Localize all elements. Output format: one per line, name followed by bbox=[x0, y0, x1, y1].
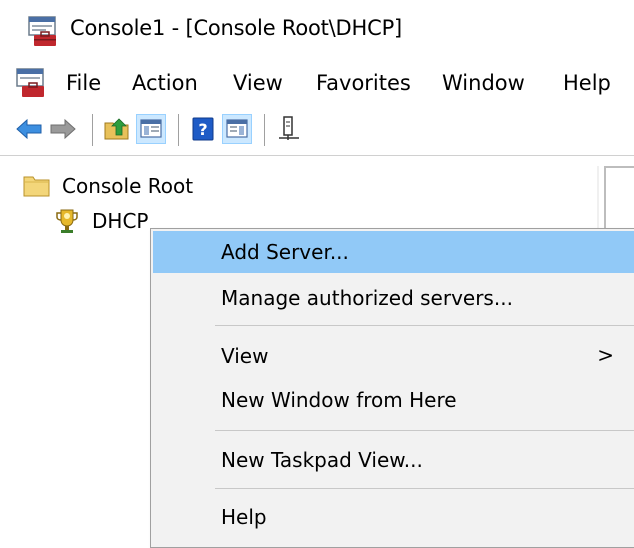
menu-item-view[interactable]: View > bbox=[153, 335, 634, 377]
toolbar-separator bbox=[264, 114, 265, 146]
menu-bar: File Action View Favorites Window Help bbox=[0, 62, 634, 104]
menu-item-help[interactable]: Help bbox=[153, 496, 634, 538]
up-folder-icon[interactable] bbox=[102, 114, 132, 144]
toolbar-separator bbox=[178, 114, 179, 146]
menu-item-label: View bbox=[221, 344, 269, 368]
window-title: Console1 - [Console Root\DHCP] bbox=[70, 16, 403, 40]
help-icon[interactable]: ? bbox=[188, 114, 218, 144]
show-hide-console-tree-icon bbox=[140, 119, 162, 138]
menu-item-label: New Taskpad View... bbox=[221, 448, 423, 472]
tree-item-dhcp[interactable]: DHCP bbox=[52, 206, 150, 236]
menu-item-new-taskpad-view[interactable]: New Taskpad View... bbox=[153, 439, 634, 481]
menu-item-manage-authorized-servers[interactable]: Manage authorized servers... bbox=[153, 277, 634, 319]
menu-file[interactable]: File bbox=[66, 71, 101, 95]
folder-icon bbox=[23, 176, 50, 197]
tree-label-console-root: Console Root bbox=[62, 174, 194, 198]
export-list-icon[interactable] bbox=[274, 114, 304, 144]
tree-item-console-root[interactable]: Console Root bbox=[22, 173, 195, 199]
menu-item-label: Manage authorized servers... bbox=[221, 286, 513, 310]
show-hide-action-pane-button[interactable] bbox=[222, 114, 252, 144]
title-bar: Console1 - [Console Root\DHCP] bbox=[0, 0, 634, 62]
forward-arrow-icon[interactable] bbox=[48, 114, 78, 144]
menu-item-label: Help bbox=[221, 505, 267, 529]
dhcp-icon bbox=[56, 209, 78, 233]
system-menu-icon[interactable] bbox=[14, 68, 48, 98]
submenu-arrow-icon: > bbox=[597, 343, 614, 367]
menu-action[interactable]: Action bbox=[132, 71, 198, 95]
menu-item-add-server[interactable]: Add Server... bbox=[153, 231, 634, 273]
menu-help[interactable]: Help bbox=[563, 71, 611, 95]
menu-item-label: Add Server... bbox=[221, 240, 349, 264]
show-hide-console-tree-button[interactable] bbox=[136, 114, 166, 144]
show-hide-action-pane-icon bbox=[226, 119, 248, 138]
menu-separator bbox=[215, 430, 634, 431]
svg-text:?: ? bbox=[198, 120, 207, 139]
menu-window[interactable]: Window bbox=[442, 71, 525, 95]
back-arrow-icon[interactable] bbox=[14, 114, 44, 144]
menu-view[interactable]: View bbox=[233, 71, 283, 95]
tree-label-dhcp: DHCP bbox=[92, 209, 149, 233]
menu-separator bbox=[215, 325, 634, 326]
menu-item-label: New Window from Here bbox=[221, 388, 457, 412]
mmc-console-icon bbox=[28, 16, 56, 46]
menu-item-new-window-from-here[interactable]: New Window from Here bbox=[153, 379, 634, 421]
menu-separator bbox=[215, 488, 634, 489]
context-menu: Add Server... Manage authorized servers.… bbox=[150, 228, 634, 548]
toolbar: ? bbox=[0, 104, 634, 154]
toolbar-separator bbox=[92, 114, 93, 146]
menu-favorites[interactable]: Favorites bbox=[316, 71, 411, 95]
